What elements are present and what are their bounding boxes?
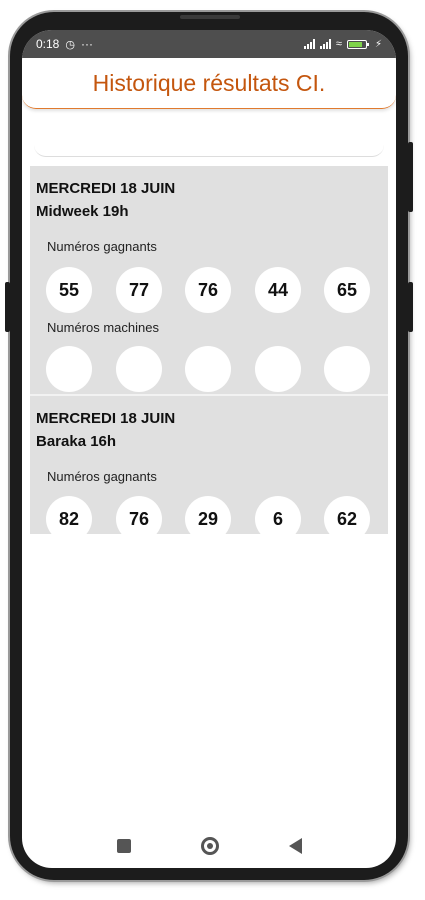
- page-title: Historique résultats CI.: [92, 69, 326, 96]
- machine-ball: [324, 346, 370, 392]
- phone-frame: 0:18 ◷ ··· ≈ ⚡ Historique résultats CI. …: [5, 12, 413, 880]
- status-time: 0:18: [36, 37, 60, 51]
- filter-strip[interactable]: [34, 110, 384, 157]
- signal-icon-2: [319, 39, 331, 49]
- winning-ball: 44: [255, 267, 301, 313]
- result-card[interactable]: MERCREDI 18 JUIN Midweek 19h Numéros gag…: [30, 166, 388, 394]
- winning-numbers-label: Numéros gagnants: [47, 469, 157, 484]
- machine-numbers-label: Numéros machines: [47, 320, 159, 335]
- navigation-bar: [22, 824, 396, 868]
- draw-name: Baraka 16h: [36, 433, 117, 450]
- machine-ball: [116, 346, 162, 392]
- more-notifications-icon: ···: [80, 37, 93, 51]
- side-button-left: [5, 282, 10, 332]
- machine-ball: [46, 346, 92, 392]
- winning-numbers-label: Numéros gagnants: [47, 239, 157, 254]
- battery-icon: [346, 39, 369, 49]
- winning-ball: 77: [116, 267, 162, 313]
- status-bar: 0:18 ◷ ··· ≈ ⚡: [22, 30, 396, 58]
- winning-ball: 76: [116, 496, 162, 534]
- winning-ball: 76: [185, 267, 231, 313]
- winning-ball: 55: [46, 267, 92, 313]
- machine-ball: [185, 346, 231, 392]
- winning-ball: 6: [255, 496, 301, 534]
- draw-name: Midweek 19h: [36, 203, 129, 220]
- power-button: [408, 142, 413, 212]
- winning-ball: 65: [324, 267, 370, 313]
- machine-ball: [255, 346, 301, 392]
- result-card[interactable]: MERCREDI 18 JUIN Baraka 16h Numéros gagn…: [30, 396, 388, 534]
- winning-ball: 62: [324, 496, 370, 534]
- winning-ball: 29: [185, 496, 231, 534]
- signal-icon: [303, 39, 315, 49]
- speaker-grille: [180, 15, 240, 19]
- draw-date: MERCREDI 18 JUIN: [36, 410, 176, 427]
- wifi-icon: ≈: [335, 38, 342, 50]
- charging-icon: ⚡: [374, 38, 382, 50]
- recent-apps-button[interactable]: [116, 839, 131, 853]
- app-header: Historique résultats CI.: [22, 58, 396, 109]
- back-button[interactable]: [288, 838, 302, 854]
- draw-date: MERCREDI 18 JUIN: [36, 180, 176, 197]
- volume-button: [408, 282, 413, 332]
- alarm-icon: ◷: [65, 38, 75, 51]
- winning-ball: 82: [46, 496, 92, 534]
- screen: 0:18 ◷ ··· ≈ ⚡ Historique résultats CI. …: [22, 30, 396, 868]
- home-button[interactable]: [200, 837, 219, 855]
